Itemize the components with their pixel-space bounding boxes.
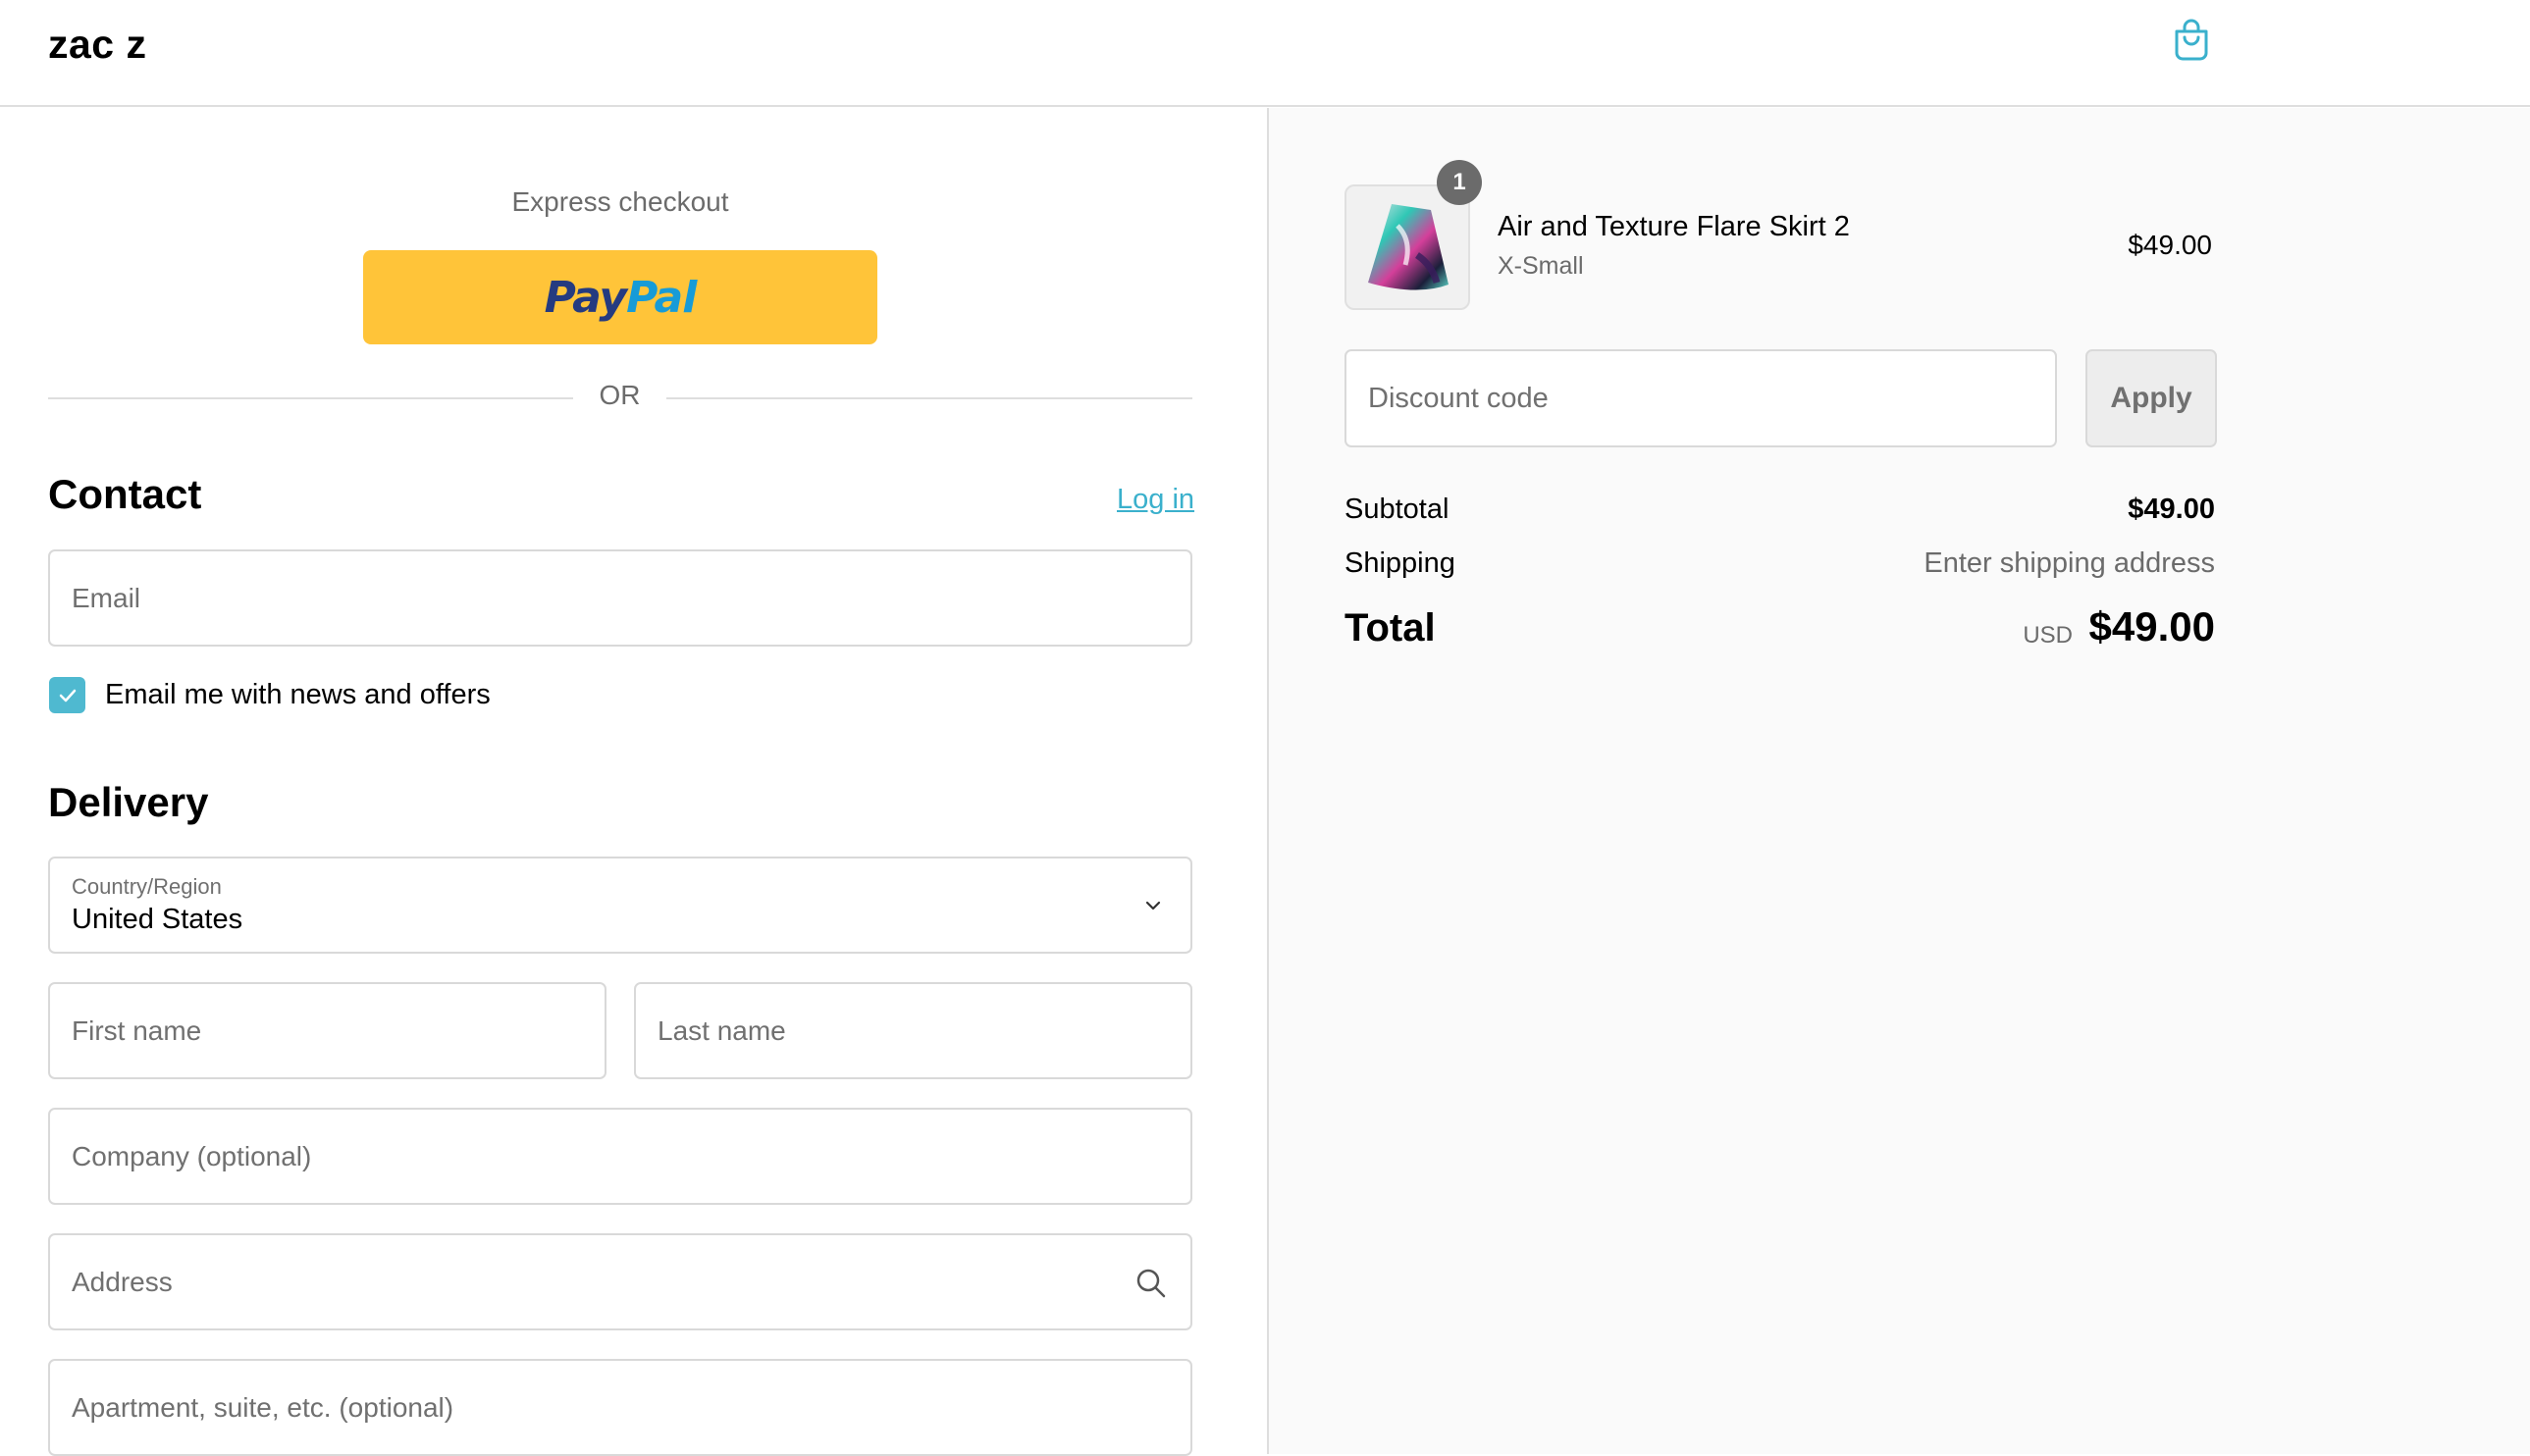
header: zac z <box>0 0 2530 107</box>
subtotal-label: Subtotal <box>1344 494 1449 525</box>
email-field[interactable] <box>48 549 1192 647</box>
divider-line <box>666 397 1192 399</box>
contact-title: Contact <box>48 471 202 517</box>
product-name: Air and Texture Flare Skirt 2 <box>1498 211 1850 242</box>
shopping-bag-icon[interactable] <box>2172 18 2211 63</box>
delivery-title: Delivery <box>48 779 209 825</box>
newsletter-label: Email me with news and offers <box>105 679 491 710</box>
divider-line <box>48 397 573 399</box>
address-field[interactable] <box>48 1233 1192 1330</box>
subtotal-value: $49.00 <box>2128 494 2215 525</box>
skirt-image <box>1368 204 1449 290</box>
login-link[interactable]: Log in <box>1117 484 1194 516</box>
check-icon <box>59 689 76 702</box>
country-value: United States <box>72 904 243 935</box>
total-currency: USD <box>2023 622 2073 649</box>
apartment-field[interactable] <box>48 1359 1192 1456</box>
total-label: Total <box>1344 606 1436 650</box>
apply-button[interactable]: Apply <box>2085 349 2217 447</box>
total-value: $49.00 <box>2088 603 2215 650</box>
address-input[interactable] <box>50 1235 1190 1328</box>
apartment-input[interactable] <box>50 1361 1190 1454</box>
email-input[interactable] <box>50 551 1190 645</box>
quantity-badge: 1 <box>1437 160 1482 205</box>
or-text: OR <box>599 380 641 410</box>
country-label: Country/Region <box>72 874 222 899</box>
first-name-input[interactable] <box>50 984 605 1077</box>
last-name-field[interactable] <box>634 982 1192 1079</box>
express-checkout-title: Express checkout <box>511 186 729 217</box>
checkout-form: Express checkout PayPal OR Contact Log i… <box>0 108 1267 1456</box>
newsletter-checkbox[interactable] <box>49 677 85 713</box>
last-name-input[interactable] <box>636 984 1190 1077</box>
country-select[interactable]: Country/Region United States <box>48 857 1192 954</box>
company-input[interactable] <box>50 1110 1190 1203</box>
chevron-down-icon <box>1145 901 1161 910</box>
shipping-value: Enter shipping address <box>1924 547 2215 579</box>
shop-name[interactable]: zac z <box>48 22 147 68</box>
discount-field[interactable] <box>1344 349 2057 447</box>
search-icon <box>1136 1269 1166 1298</box>
first-name-field[interactable] <box>48 982 606 1079</box>
shipping-label: Shipping <box>1344 547 1455 579</box>
discount-input[interactable] <box>1346 351 2055 445</box>
or-divider: OR <box>48 378 1192 417</box>
paypal-button[interactable]: PayPal <box>363 250 877 344</box>
company-field[interactable] <box>48 1108 1192 1205</box>
order-summary: 1 Air and Texture Flare Skirt 2 X-Small … <box>1267 108 2530 1454</box>
product-price: $49.00 <box>2128 230 2212 260</box>
paypal-logo: PayPal <box>544 272 698 323</box>
product-variant: X-Small <box>1498 252 1584 280</box>
